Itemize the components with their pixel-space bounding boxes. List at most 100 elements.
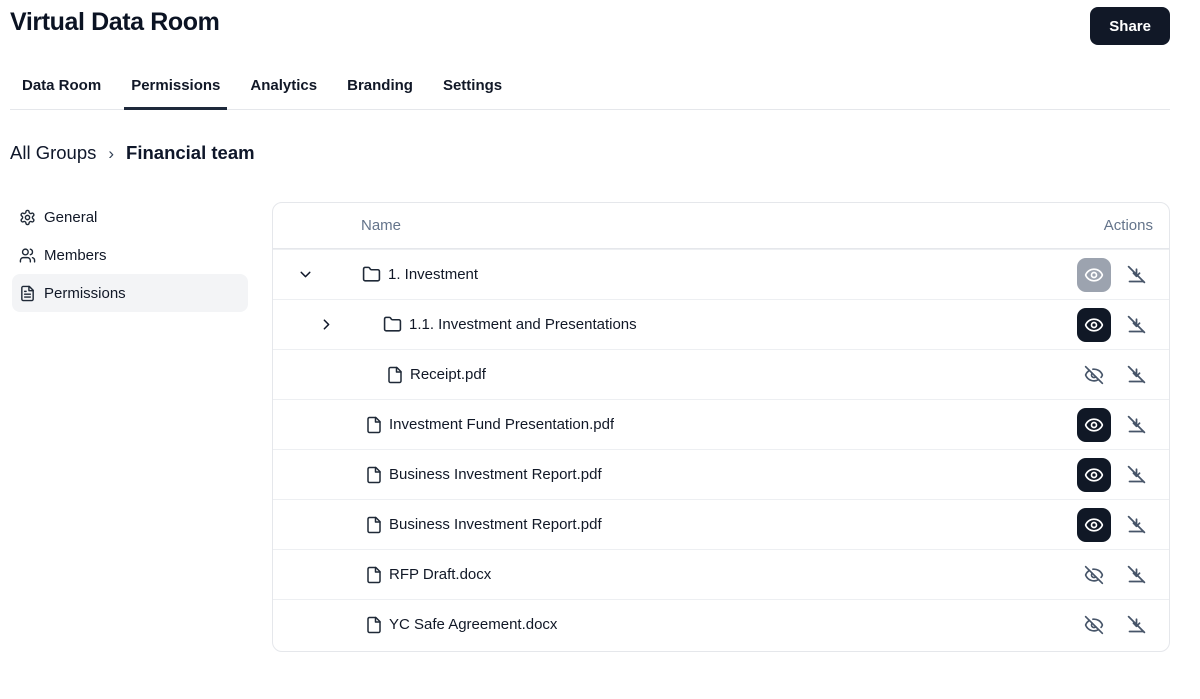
item-name: YC Safe Agreement.docx (389, 616, 557, 633)
table-row: 1.1. Investment and Presentations (273, 299, 1169, 349)
eye-icon (1084, 315, 1104, 335)
chevron-right-icon: › (108, 145, 114, 162)
file-icon (365, 466, 383, 484)
permissions-table: Name Actions 1. Investment (272, 202, 1170, 652)
view-permission-toggle[interactable] (1077, 608, 1111, 642)
name-cell: Business Investment Report.pdf (273, 466, 1077, 484)
sidebar-item-members[interactable]: Members (12, 236, 248, 274)
file-icon (386, 366, 404, 384)
actions-cell (1077, 508, 1169, 542)
folder-icon (383, 315, 402, 334)
sidebar-item-label: Permissions (44, 285, 126, 302)
actions-cell (1077, 308, 1169, 342)
table-row: Business Investment Report.pdf (273, 499, 1169, 549)
item-name: Business Investment Report.pdf (389, 516, 602, 533)
folder-icon (362, 265, 381, 284)
sidebar-item-general[interactable]: General (12, 198, 248, 236)
actions-cell (1077, 458, 1169, 492)
tab-analytics[interactable]: Analytics (243, 68, 324, 110)
expand-folder-button[interactable] (317, 316, 335, 334)
collapse-folder-button[interactable] (296, 266, 314, 284)
tab-settings[interactable]: Settings (436, 68, 509, 110)
page-title: Virtual Data Room (10, 8, 219, 37)
actions-cell (1077, 258, 1169, 292)
view-permission-toggle[interactable] (1077, 508, 1111, 542)
download-permission-toggle[interactable] (1124, 613, 1148, 637)
breadcrumb-all-groups[interactable]: All Groups (10, 142, 96, 164)
item-name: Receipt.pdf (410, 366, 486, 383)
eye-icon (1084, 515, 1104, 535)
table-row: Receipt.pdf (273, 349, 1169, 399)
actions-cell (1077, 358, 1169, 392)
download-permission-toggle[interactable] (1124, 263, 1148, 287)
sidebar-item-label: Members (44, 247, 107, 264)
actions-cell (1077, 558, 1169, 592)
download-off-icon (1126, 514, 1147, 535)
download-permission-toggle[interactable] (1124, 563, 1148, 587)
eye-icon (1084, 415, 1104, 435)
virtual-data-room-page: Virtual Data Room Share Data Room Permis… (0, 0, 1200, 699)
view-permission-toggle[interactable] (1077, 308, 1111, 342)
download-permission-toggle[interactable] (1124, 363, 1148, 387)
tab-branding[interactable]: Branding (340, 68, 420, 110)
breadcrumb-current-group: Financial team (126, 142, 255, 164)
name-cell: 1. Investment (273, 265, 1077, 284)
download-permission-toggle[interactable] (1124, 313, 1148, 337)
table-row: Investment Fund Presentation.pdf (273, 399, 1169, 449)
eye-off-icon (1084, 565, 1104, 585)
file-icon (365, 616, 383, 634)
main-tabs: Data Room Permissions Analytics Branding… (10, 68, 1170, 110)
actions-cell (1077, 608, 1169, 642)
column-header-name: Name (273, 217, 1104, 234)
table-row: RFP Draft.docx (273, 549, 1169, 599)
download-off-icon (1126, 614, 1147, 635)
sidebar-item-permissions[interactable]: Permissions (12, 274, 248, 312)
download-off-icon (1126, 464, 1147, 485)
chevron-right-icon (318, 316, 335, 333)
breadcrumb: All Groups › Financial team (10, 142, 255, 164)
view-permission-toggle[interactable] (1077, 408, 1111, 442)
table-row: 1. Investment (273, 249, 1169, 299)
download-off-icon (1126, 314, 1147, 335)
tab-data-room[interactable]: Data Room (15, 68, 108, 110)
download-permission-toggle[interactable] (1124, 513, 1148, 537)
tab-permissions[interactable]: Permissions (124, 68, 227, 110)
eye-icon (1084, 265, 1104, 285)
download-off-icon (1126, 414, 1147, 435)
file-text-icon (19, 285, 36, 302)
download-off-icon (1126, 264, 1147, 285)
item-name: 1. Investment (388, 266, 478, 283)
item-name: 1.1. Investment and Presentations (409, 316, 637, 333)
group-settings-sidebar: General Members Permissions (12, 198, 248, 312)
table-row: YC Safe Agreement.docx (273, 599, 1169, 649)
download-permission-toggle[interactable] (1124, 413, 1148, 437)
table-row: Business Investment Report.pdf (273, 449, 1169, 499)
item-name: RFP Draft.docx (389, 566, 491, 583)
name-cell: Investment Fund Presentation.pdf (273, 416, 1077, 434)
eye-off-icon (1084, 615, 1104, 635)
file-icon (365, 416, 383, 434)
file-icon (365, 566, 383, 584)
file-icon (365, 516, 383, 534)
view-permission-toggle[interactable] (1077, 558, 1111, 592)
name-cell: RFP Draft.docx (273, 566, 1077, 584)
name-cell: YC Safe Agreement.docx (273, 616, 1077, 634)
download-permission-toggle[interactable] (1124, 463, 1148, 487)
column-header-actions: Actions (1104, 217, 1169, 234)
chevron-down-icon (297, 266, 314, 283)
users-icon (19, 247, 36, 264)
download-off-icon (1126, 564, 1147, 585)
gear-icon (19, 209, 36, 226)
name-cell: Business Investment Report.pdf (273, 516, 1077, 534)
sidebar-item-label: General (44, 209, 97, 226)
view-permission-toggle[interactable] (1077, 258, 1111, 292)
actions-cell (1077, 408, 1169, 442)
share-button[interactable]: Share (1090, 7, 1170, 45)
view-permission-toggle[interactable] (1077, 358, 1111, 392)
name-cell: Receipt.pdf (273, 366, 1077, 384)
eye-off-icon (1084, 365, 1104, 385)
item-name: Investment Fund Presentation.pdf (389, 416, 614, 433)
view-permission-toggle[interactable] (1077, 458, 1111, 492)
table-header: Name Actions (273, 203, 1169, 249)
item-name: Business Investment Report.pdf (389, 466, 602, 483)
